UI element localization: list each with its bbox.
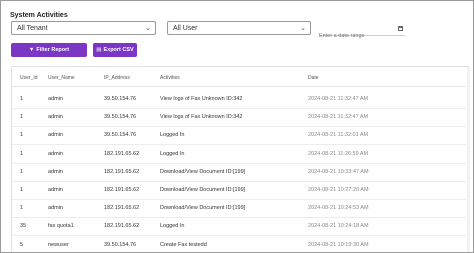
user-name-cell: admin	[48, 150, 63, 157]
ip-address-cell: 39.50.154.76	[104, 241, 137, 248]
activity-cell: Download/View Document ID:[199]	[160, 187, 246, 193]
user-name-cell: newuser	[48, 241, 69, 248]
date-cell: 2024-08-21 11:32:01 AM	[308, 132, 369, 139]
user-id-cell: 1	[20, 132, 24, 139]
date-cell: 2024-08-21 11:26:59 AM	[308, 150, 369, 157]
tenant-select[interactable]: All Tenant ⌄	[11, 21, 156, 35]
header-divider	[12, 86, 466, 87]
chevron-down-icon: ⌄	[300, 25, 306, 32]
activity-cell: View logs of Fax Unknown ID:342	[160, 96, 243, 102]
filter-report-label: Filter Report	[36, 47, 70, 53]
ip-address-cell: 182.191.65.62	[104, 187, 140, 193]
calendar-icon[interactable]	[398, 26, 403, 31]
user-id-cell: 1	[20, 187, 24, 193]
ip-address-cell: 182.191.65.62	[104, 205, 140, 212]
user-name-cell: admin	[48, 96, 63, 102]
column-header-user-name: User_Name	[48, 75, 75, 81]
table-row: 1 admin 182.191.65.62 Download/View Documen…	[12, 181, 466, 200]
tenant-select-value: All Tenant	[17, 25, 48, 32]
user-name-cell: admin	[48, 132, 63, 139]
user-id-cell: 5	[20, 241, 24, 248]
table-row: 1 admin 182.191.65.62 Download/View Documen…	[12, 199, 466, 219]
ip-address-cell: 182.191.65.62	[104, 223, 140, 230]
activity-cell: Logged In	[160, 150, 185, 157]
app-window: System Activities All Tenant ⌄ All User …	[0, 0, 474, 253]
date-cell: 2024-08-21 10:33:47 AM	[308, 168, 369, 175]
page-title: System Activities	[10, 12, 68, 19]
date-cell: 2024-08-21 11:32:47 AM	[308, 96, 369, 102]
table-row: 1 admin 182.191.65.62 Download/View Documen…	[12, 163, 466, 182]
table-row: 1 admin 39.50.154.76 View logs of Fax Unkno…	[12, 108, 466, 128]
column-header-ip-address: IP_Address	[104, 75, 130, 81]
date-range-input[interactable]	[319, 33, 391, 39]
ip-address-cell: 39.50.154.76	[104, 96, 137, 102]
activity-cell: Logged In	[160, 132, 185, 139]
export-csv-button[interactable]: ▤ Export CSV	[93, 43, 137, 57]
user-name-cell: admin	[48, 187, 63, 193]
user-name-cell: fax quota1	[48, 223, 74, 230]
table-row: 1 admin 182.191.65.62 Logged In 2024-08-21 1…	[12, 145, 466, 164]
date-cell: 2024-08-21 11:32:47 AM	[308, 114, 369, 121]
table-row: 1 admin 39.50.154.76 Logged In 2024-08-21 11…	[12, 126, 466, 146]
activity-cell: Download/View Document ID:[199]	[160, 205, 246, 212]
activity-cell: Logged In	[160, 223, 185, 230]
activity-cell: View logs of Fax Unknown ID:342	[160, 114, 243, 121]
column-header-user-id: User_Id	[20, 75, 38, 81]
date-range-field[interactable]	[319, 24, 405, 39]
activity-cell: Create Fax testedd	[160, 241, 207, 248]
ip-address-cell: 182.191.65.62	[104, 150, 140, 157]
export-csv-label: Export CSV	[103, 47, 134, 53]
filter-report-button[interactable]: ▼ Filter Report	[11, 43, 87, 57]
column-header-date: Date	[308, 75, 319, 81]
chevron-down-icon: ⌄	[145, 25, 151, 32]
ip-address-cell: 39.50.154.76	[104, 132, 137, 139]
activity-cell: Download/View Document ID:[199]	[160, 168, 246, 175]
user-name-cell: admin	[48, 114, 63, 121]
document-icon: ▤	[96, 47, 102, 53]
table-row: 35 fax quota1 182.191.65.62 Logged In 2024-0…	[12, 217, 466, 237]
user-name-cell: admin	[48, 168, 63, 175]
user-id-cell: 1	[20, 114, 24, 121]
date-cell: 2024-08-21 10:19:30 AM	[308, 241, 369, 248]
ip-address-cell: 182.191.65.62	[104, 168, 140, 175]
user-select-value: All User	[173, 25, 198, 32]
user-select[interactable]: All User ⌄	[167, 21, 311, 35]
user-id-cell: 1	[20, 168, 24, 175]
column-header-activities: Activities	[160, 75, 180, 81]
user-name-cell: admin	[48, 205, 63, 212]
date-cell: 2024-08-21 10:27:20 AM	[308, 187, 369, 193]
date-cell: 2024-08-21 10:24:53 AM	[308, 205, 369, 212]
filter-icon: ▼	[28, 47, 35, 53]
ip-address-cell: 39.50.154.76	[104, 114, 137, 121]
table-scrollbar[interactable]	[467, 67, 470, 252]
user-id-cell: 35	[20, 223, 27, 230]
user-id-cell: 1	[20, 96, 24, 102]
table-row: 5 newuser 39.50.154.76 Create Fax testedd 20…	[12, 236, 466, 252]
user-id-cell: 1	[20, 205, 24, 212]
table-row: 1 admin 39.50.154.76 View logs of Fax Unkno…	[12, 90, 466, 109]
date-cell: 2024-08-21 10:24:18 AM	[308, 223, 369, 230]
user-id-cell: 1	[20, 150, 24, 157]
